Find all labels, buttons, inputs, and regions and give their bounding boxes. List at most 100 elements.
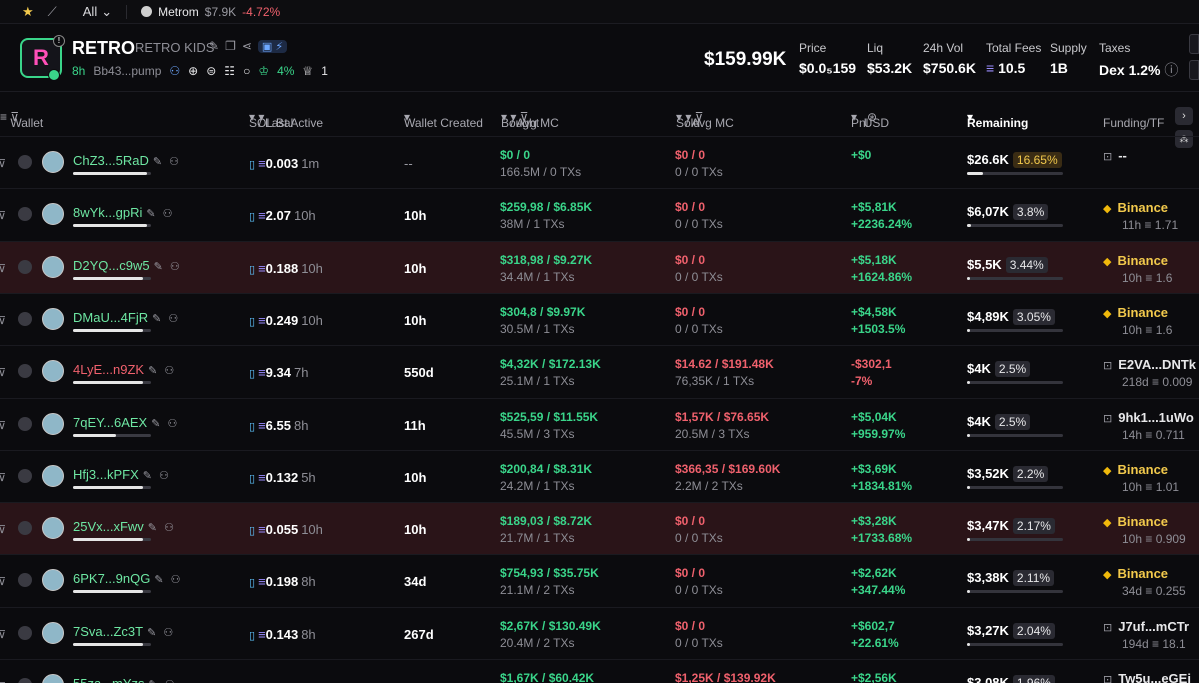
- pnl-cell: +$5,81K +2236.24%: [851, 200, 912, 231]
- wallet-address[interactable]: 4LyE...n9ZK: [73, 362, 144, 377]
- wallet-address[interactable]: 7qEY...6AEX: [73, 415, 147, 430]
- chart-icon[interactable]: ⟋: [48, 4, 57, 20]
- token-address[interactable]: Bb43...pump: [93, 64, 161, 78]
- panel-toggle[interactable]: [1189, 60, 1199, 80]
- col-remaining[interactable]: Remaining ▾: [967, 110, 1028, 130]
- copy-icon[interactable]: ❐: [225, 39, 236, 53]
- wallet-created: 267d: [404, 626, 434, 642]
- remaining-value: $6,07K: [967, 204, 1009, 220]
- table-row[interactable]: ⊽ 6PK7...9nQG ✎ ⚇ ▯ ≡0.198 8h 34d $754,93 /…: [0, 554, 1199, 606]
- funding-source[interactable]: 9hk1...1uWo: [1118, 410, 1194, 425]
- funding-source[interactable]: Binance: [1117, 566, 1168, 581]
- col-sold[interactable]: Sold ▾ / Avg MC ▾ ⊽: [676, 110, 734, 130]
- funding-source[interactable]: E2VA...DNTk: [1118, 357, 1196, 372]
- token-subline: 8h Bb43...pump ⚇ ⊕ ⊜ ☷ ○ ♔ 4% ♕ 1: [72, 64, 328, 78]
- filter-dropdown[interactable]: All ⌄: [83, 4, 112, 20]
- sol-balance-cell: ▯ ≡0.132 5h: [249, 470, 316, 485]
- wallet-address[interactable]: D2YQ...c9w5: [73, 258, 150, 273]
- bought-sub: 24.2M / 1 TXs: [500, 478, 575, 493]
- funding-sub: 10h ≡ 0.909: [1122, 532, 1186, 547]
- table-row[interactable]: ⊽ 7qEY...6AEX ✎ ⚇ ▯ ≡6.55 8h 11h $525,59 / …: [0, 397, 1199, 450]
- table-row[interactable]: ⊽ 25Vx...xFwv ✎ ⚇ ▯ ≡0.055 10h 10h $189,03 …: [0, 502, 1199, 555]
- filter-icon[interactable]: ⊽: [0, 419, 6, 432]
- funding-source[interactable]: J7uf...mCTr: [1118, 619, 1189, 634]
- wallet-address[interactable]: 25Vx...xFwv: [73, 519, 144, 534]
- wallet-address[interactable]: 8wYk...gpRi: [73, 205, 142, 220]
- wallet-address[interactable]: 7Sva...Zc3T: [73, 624, 143, 639]
- row-menu-icon[interactable]: [18, 625, 32, 640]
- col-wallet[interactable]: ≡ Wallet ⊽: [0, 110, 43, 130]
- social-icon[interactable]: ☷: [224, 64, 235, 78]
- funding-source[interactable]: Binance: [1117, 514, 1168, 529]
- filter-icon[interactable]: ⊽: [0, 575, 6, 588]
- filter-icon[interactable]: ⊽: [0, 262, 6, 275]
- funding-source[interactable]: Binance: [1117, 200, 1168, 215]
- row-menu-icon[interactable]: [18, 364, 32, 379]
- row-menu-icon[interactable]: [18, 573, 32, 588]
- globe-icon[interactable]: ⊕: [188, 64, 198, 78]
- filter-icon[interactable]: ⊽: [0, 471, 6, 484]
- table-row[interactable]: ⊽ DMaU...4FjR ✎ ⚇ ▯ ≡0.249 10h 10h $304,8 /…: [0, 292, 1199, 345]
- sold-cell: $0 / 0 0 / 0 TXs: [675, 305, 723, 336]
- wallet-address[interactable]: 55za...mYzs: [73, 676, 145, 683]
- table-row[interactable]: ⊽ Hfj3...kPFX ✎ ⚇ ▯ ≡0.132 5h 10h $200,84 /…: [0, 449, 1199, 502]
- scroll-right-button[interactable]: ›: [1175, 107, 1193, 125]
- filter-icon[interactable]: ⊽: [0, 628, 6, 641]
- row-menu-icon[interactable]: [18, 155, 32, 169]
- ticker-item[interactable]: Metrom $7.9K -4.72%: [141, 5, 280, 19]
- col-pnl[interactable]: Pnl ▾ USD ⊛: [851, 110, 889, 130]
- filter-icon[interactable]: ⊽: [0, 209, 6, 222]
- wallet-address[interactable]: Hfj3...kPFX: [73, 467, 139, 482]
- filter-icon[interactable]: ⊽: [0, 157, 6, 170]
- token-logo[interactable]: R !: [20, 35, 65, 81]
- website-icon[interactable]: ⊜: [206, 64, 216, 78]
- wallet-address[interactable]: 6PK7...9nQG: [73, 571, 150, 586]
- stat-label: Supply: [1050, 41, 1087, 55]
- col-sol-bal[interactable]: SOL Bal ▾ / Last Active ▾: [249, 110, 323, 130]
- search-icon[interactable]: ○: [243, 64, 250, 78]
- row-menu-icon[interactable]: [18, 416, 32, 431]
- edit-icon[interactable]: ✎: [209, 39, 219, 53]
- col-wallet-created[interactable]: Wallet Created ▾: [404, 110, 483, 130]
- share-icon[interactable]: ⋖: [242, 39, 252, 53]
- remaining-cell: $3,52K 2.2%: [967, 465, 1049, 482]
- info-icon[interactable]: !: [53, 35, 65, 47]
- last-active: 10h: [301, 522, 323, 538]
- star-icon[interactable]: ★: [22, 4, 34, 20]
- panel-toggle[interactable]: [1189, 34, 1199, 54]
- sold-value: $366,35 / $169.60K: [675, 461, 781, 476]
- table-row[interactable]: ⊽ 7Sva...Zc3T ✎ ⚇ ▯ ≡0.143 8h 267d $2,67K /…: [0, 606, 1199, 659]
- funding-source[interactable]: --: [1118, 148, 1127, 163]
- wallet-address[interactable]: DMaU...4FjR: [73, 310, 148, 325]
- funding-source[interactable]: Binance: [1117, 462, 1168, 477]
- funding-source[interactable]: Tw5u...eGEi: [1118, 671, 1191, 683]
- table-row[interactable]: ⊽ ChZ3...5RaD ✎ ⚇ ▯ ≡0.003 1m -- $0 / 0 166…: [0, 136, 1199, 188]
- table-row[interactable]: ⊽ D2YQ...c9w5 ✎ ⚇ ▯ ≡0.188 10h 10h $318,98 …: [0, 240, 1199, 293]
- sold-sub: 0 / 0 TXs: [675, 635, 723, 650]
- filter-icon[interactable]: ⊽: [0, 366, 6, 379]
- funding-sub: 194d ≡ 18.1: [1122, 636, 1186, 651]
- row-menu-icon[interactable]: [18, 468, 32, 483]
- filter-icon[interactable]: ⊽: [0, 523, 6, 536]
- wallet-address[interactable]: ChZ3...5RaD: [73, 153, 149, 168]
- table-row[interactable]: ⊽ 8wYk...gpRi ✎ ⚇ ▯ ≡2.07 10h 10h $259,98 /…: [0, 188, 1199, 240]
- table-row[interactable]: ⊽ 55za...mYzs✎ ⚇ ▯≡ $1,67K / $60.42K $1,…: [0, 659, 1199, 683]
- market-cap: $159.99K: [704, 49, 787, 70]
- col-bought[interactable]: Bought ▾ / Avg MC ▾ ⊽: [501, 110, 559, 130]
- row-menu-icon[interactable]: [18, 207, 32, 222]
- funding-source[interactable]: Binance: [1117, 253, 1168, 268]
- row-menu-icon[interactable]: [18, 259, 32, 274]
- row-menu-icon[interactable]: [18, 678, 32, 683]
- wallet-type-icon: ▯: [249, 368, 256, 381]
- funding-source[interactable]: Binance: [1117, 305, 1168, 320]
- token-icon: [141, 6, 153, 17]
- table-row[interactable]: ⊽ 4LyE...n9ZK ✎ ⚇ ▯ ≡9.34 7h 550d $4,32K / …: [0, 345, 1199, 397]
- holders-icon[interactable]: ⚇: [169, 64, 180, 78]
- sol-icon: ≡: [258, 469, 266, 485]
- last-active: 8h: [301, 626, 316, 642]
- filter-icon[interactable]: ⊽: [0, 314, 6, 327]
- help-icon[interactable]: ⓘ: [1164, 62, 1178, 78]
- row-menu-icon[interactable]: [18, 311, 32, 326]
- row-menu-icon[interactable]: [18, 521, 32, 536]
- boost-badge[interactable]: ▣ ⚡: [257, 39, 288, 53]
